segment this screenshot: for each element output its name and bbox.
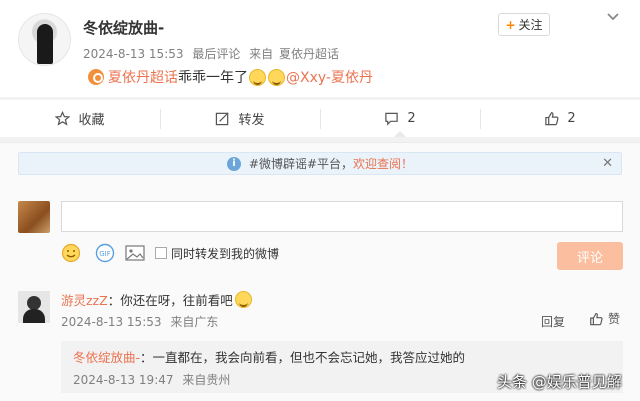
image-upload-button[interactable] (125, 244, 145, 262)
post-card: 冬依绽放曲- 2024-8-13 15:53 最后评论 来自 夏依丹超话 夏依丹… (0, 0, 640, 97)
comment-icon (385, 112, 399, 126)
favorite-label: 收藏 (78, 113, 105, 128)
comment-section: i #微博辟谣#平台， 欢迎查阅！ ✕ GIF 同时转发到我的微博 评论 游灵z… (0, 142, 640, 401)
crying-emoji-icon (234, 291, 252, 308)
emoji-picker-button[interactable] (61, 243, 81, 263)
repost-label: 转发 (238, 113, 265, 128)
gif-button[interactable]: GIF (95, 243, 115, 263)
crying-smile-emoji-icon (249, 68, 266, 86)
plus-icon: + (505, 17, 516, 32)
close-icon[interactable]: ✕ (602, 156, 613, 171)
watermark: 头条 @娱乐普见解 (497, 373, 622, 391)
info-icon: i (226, 156, 241, 171)
reply-author[interactable]: 冬依绽放曲- (73, 350, 140, 365)
comment-like-label: 赞 (608, 312, 621, 326)
sync-repost-checkbox[interactable] (155, 247, 167, 259)
author-avatar[interactable] (18, 13, 71, 66)
thumbs-up-icon (545, 112, 559, 126)
comment-count: 2 (407, 111, 416, 126)
comment-source: 来自广东 (170, 315, 219, 329)
commenter-avatar[interactable] (18, 291, 50, 323)
post-meta: 2024-8-13 15:53 最后评论 来自 夏依丹超话 (83, 45, 344, 62)
comment-date: 2024-8-13 15:53 (61, 315, 162, 329)
crying-smile-emoji-icon (268, 68, 285, 86)
follow-label: 关注 (518, 18, 543, 32)
follow-button[interactable]: + 关注 (498, 13, 550, 36)
composer-tools: GIF 同时转发到我的微博 (61, 242, 279, 264)
reply-meta: 2024-8-13 19:47 来自贵州 (73, 371, 235, 388)
mention-link[interactable]: @Xxy-夏依丹 (286, 67, 373, 87)
post-date[interactable]: 2024-8-13 15:53 (83, 47, 184, 61)
thumbs-up-icon (590, 312, 603, 325)
reply-source: 来自贵州 (182, 373, 231, 387)
repost-button[interactable]: 转发 (160, 100, 320, 137)
reply-line: 冬依绽放曲-：一直都在，我会向前看，但也不会忘记她，我答应过她的 (73, 347, 465, 366)
image-icon (125, 245, 145, 261)
smiley-icon (61, 243, 81, 263)
comment-button[interactable]: 2 (320, 100, 480, 137)
star-icon (55, 111, 71, 126)
last-comment-label: 最后评论 (192, 47, 241, 61)
reply-text: ：一直都在，我会向前看，但也不会忘记她，我答应过她的 (140, 350, 466, 365)
comment-input[interactable] (61, 201, 623, 232)
supertopic-icon (88, 69, 104, 85)
sync-repost-label: 同时转发到我的微博 (171, 246, 280, 261)
notice-text: #微博辟谣#平台， (248, 157, 354, 171)
comment-line: 游灵zzZ ：你还在呀，往前看吧 (61, 290, 253, 309)
comment-reply-button[interactable]: 回复 (541, 313, 565, 330)
supertopic-link[interactable]: 夏依丹超话 (108, 67, 178, 87)
comment-text: ：你还在呀，往前看吧 (107, 293, 233, 308)
reply-date: 2024-8-13 19:47 (73, 373, 174, 387)
notice-link[interactable]: 欢迎查阅！ (353, 155, 413, 172)
gif-icon: GIF (95, 243, 115, 263)
commenter-name[interactable]: 游灵zzZ (61, 290, 108, 309)
repost-icon (216, 112, 230, 126)
my-avatar (18, 201, 50, 233)
submit-comment-button[interactable]: 评论 (557, 242, 623, 270)
like-button[interactable]: 2 (480, 100, 640, 137)
svg-text:GIF: GIF (99, 250, 111, 258)
comment-like-button[interactable]: 赞 (589, 310, 620, 327)
comment-meta: 2024-8-13 15:53 来自广东 (61, 313, 223, 330)
post-text: 乖乖一年了 (178, 70, 248, 86)
source-prefix: 来自 (249, 47, 274, 61)
post-source[interactable]: 夏依丹超话 (279, 47, 339, 61)
action-bar: 收藏 转发 2 2 (0, 100, 640, 137)
rumor-notice: i #微博辟谣#平台， 欢迎查阅！ ✕ (18, 152, 622, 175)
like-count: 2 (567, 111, 576, 126)
post-body: 夏依丹超话 乖乖一年了 @Xxy-夏依丹 (88, 67, 373, 87)
author-name[interactable]: 冬依绽放曲- (83, 17, 164, 38)
chevron-down-icon[interactable] (606, 10, 620, 24)
favorite-button[interactable]: 收藏 (0, 100, 160, 137)
